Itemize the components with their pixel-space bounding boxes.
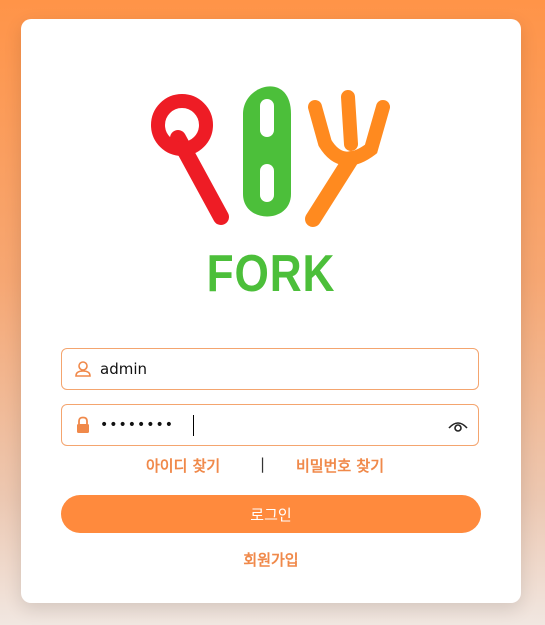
find-password-link[interactable]: 비밀번호 찾기 [296, 455, 384, 476]
link-separator: | [260, 455, 266, 473]
signup-link[interactable]: 회원가입 [21, 549, 521, 570]
username-input[interactable] [100, 349, 440, 389]
lock-icon [77, 416, 89, 433]
login-card: FORK 아이디 찾기 | 비밀번호 찾기 로그인 회원가입 [21, 19, 521, 603]
text-caret [193, 415, 194, 436]
password-field[interactable] [61, 404, 479, 446]
account-links: 아이디 찾기 | 비밀번호 찾기 [21, 455, 521, 479]
knife-icon [243, 86, 291, 217]
password-input[interactable] [100, 405, 440, 445]
login-button[interactable]: 로그인 [61, 495, 481, 533]
find-id-link[interactable]: 아이디 찾기 [146, 455, 220, 476]
username-field[interactable] [61, 348, 479, 390]
spoon-icon [151, 94, 229, 225]
eye-icon[interactable] [448, 417, 468, 435]
brand-name: FORK [206, 245, 336, 303]
fork-icon [305, 90, 390, 227]
user-icon [75, 361, 91, 377]
